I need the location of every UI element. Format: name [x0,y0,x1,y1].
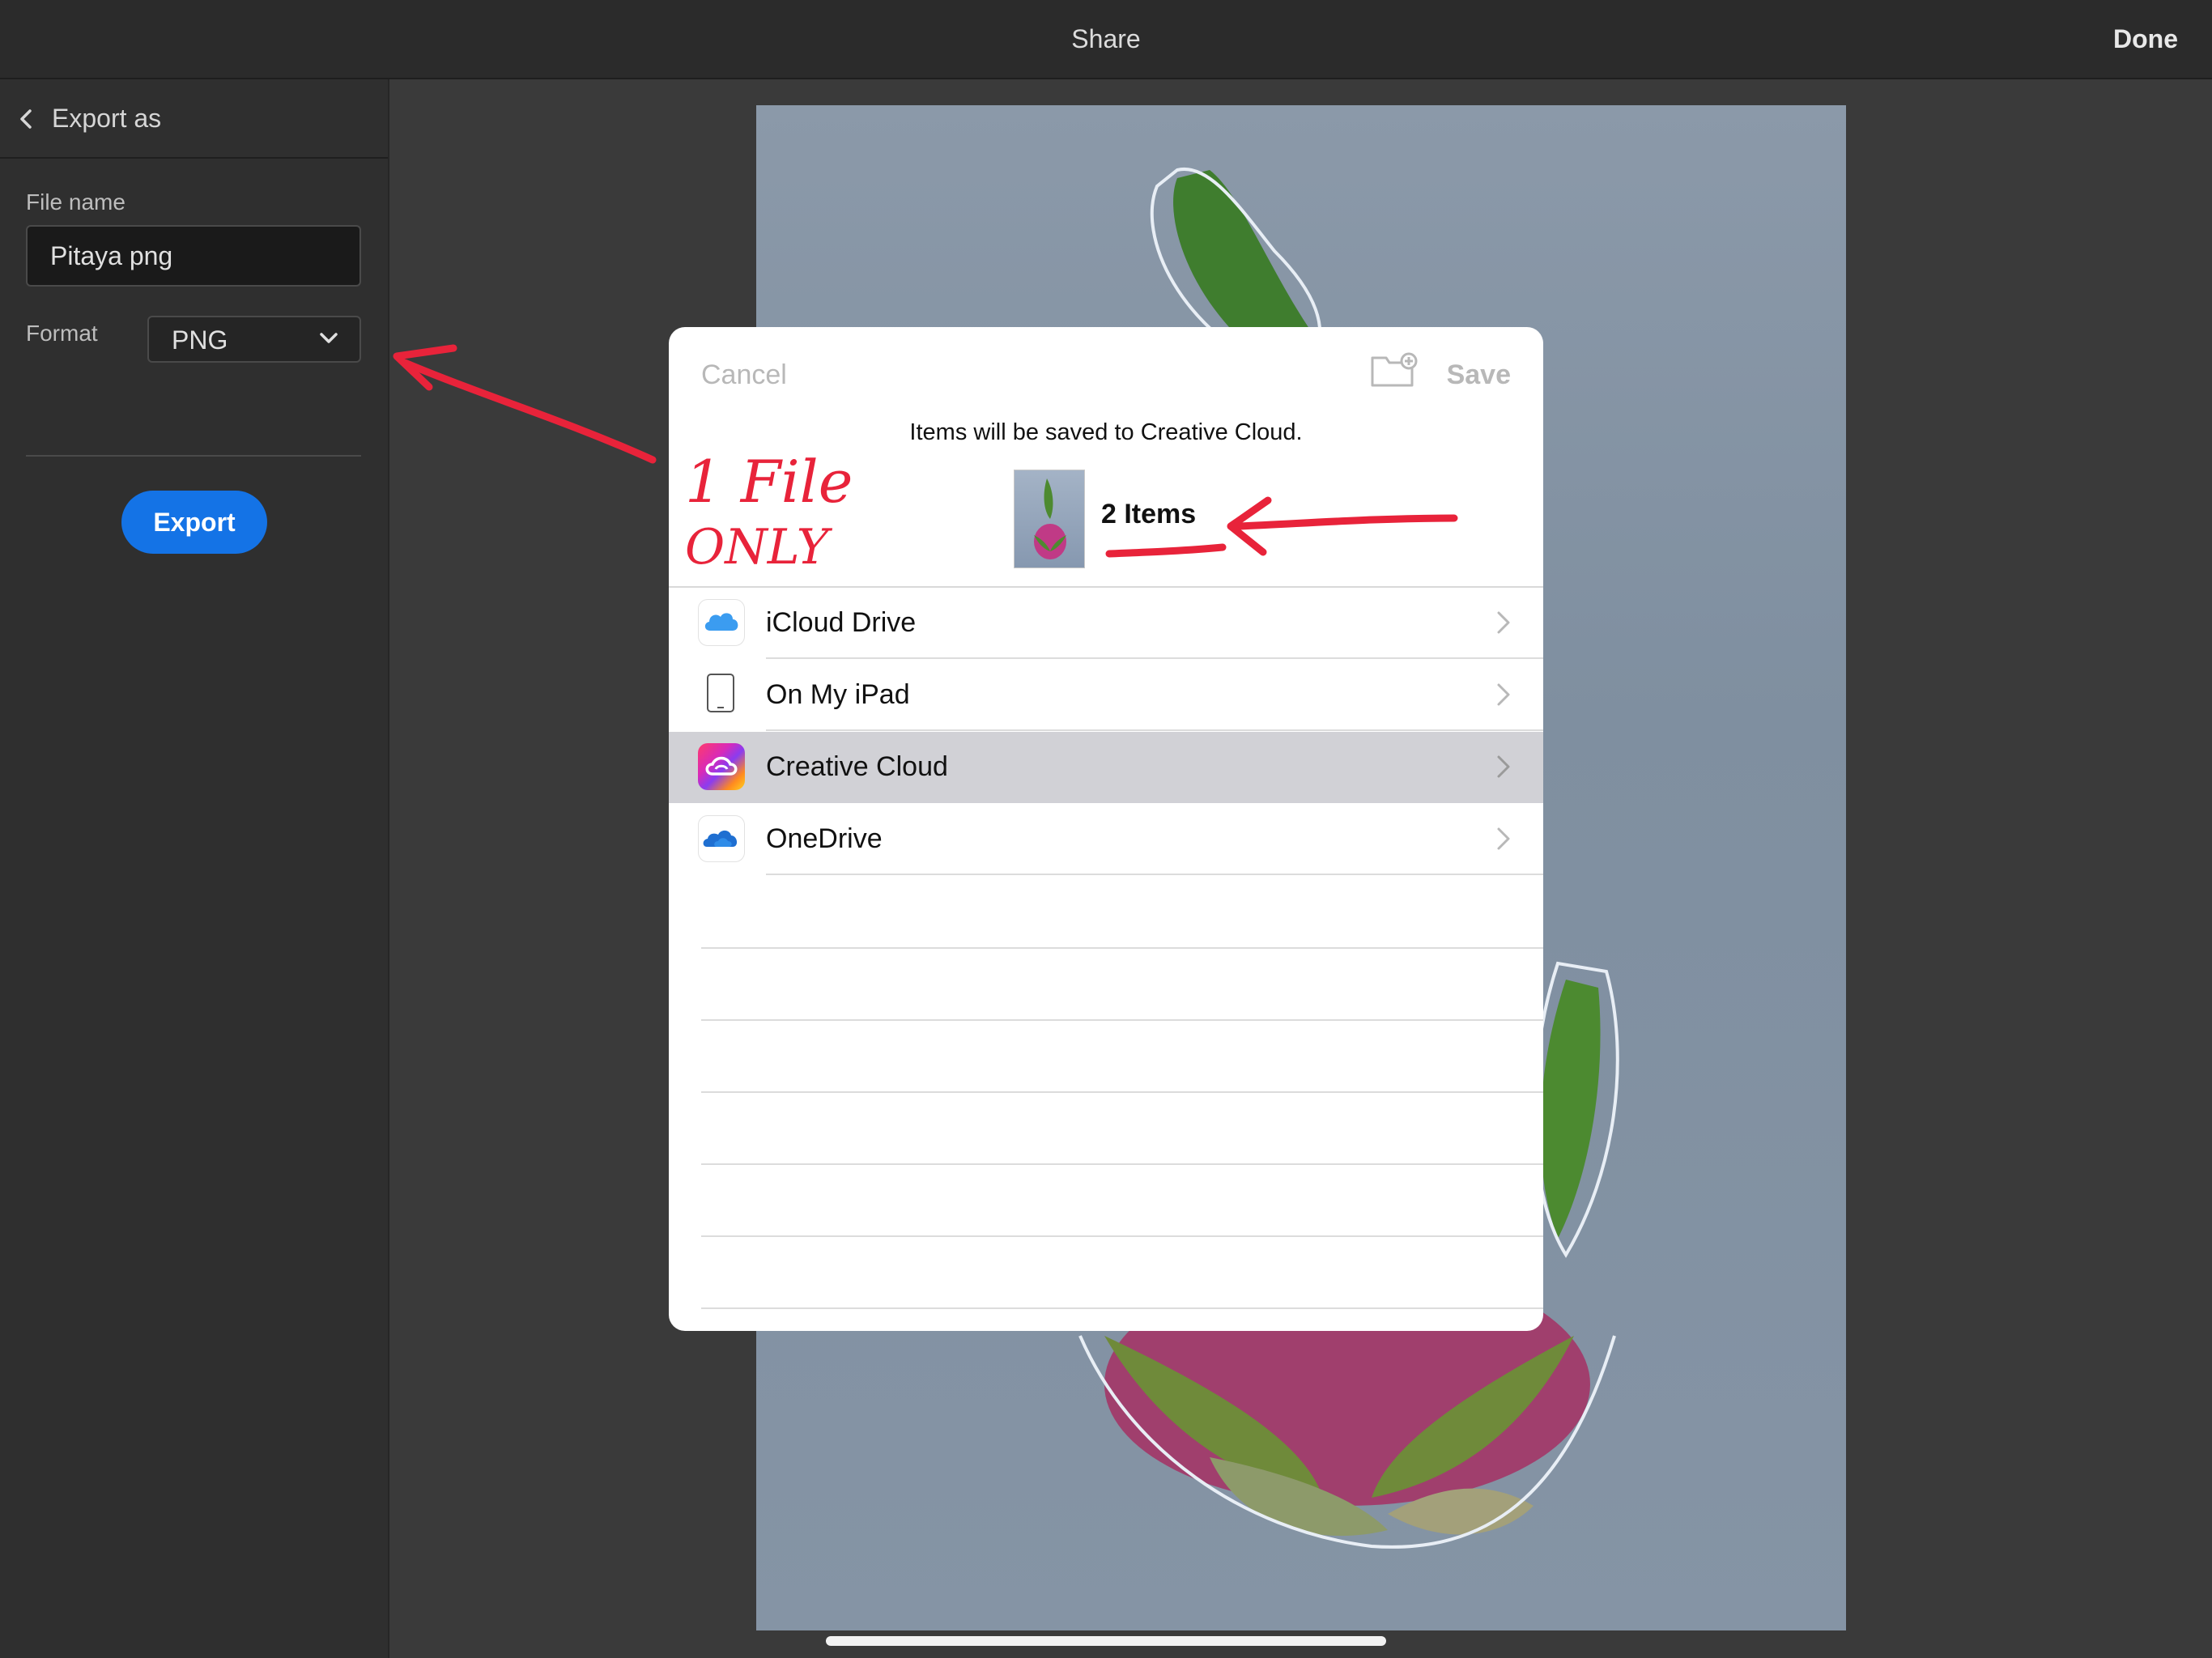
annotation-arrow-format [401,359,657,464]
annotation-underline [1105,543,1227,558]
annotation-text-only: ONLY [685,519,833,576]
annotation-overlay: 1 File ONLY [393,344,1458,576]
annotation-arrow-items [1235,514,1458,530]
annotation-text-1-file: 1 File [685,448,853,516]
